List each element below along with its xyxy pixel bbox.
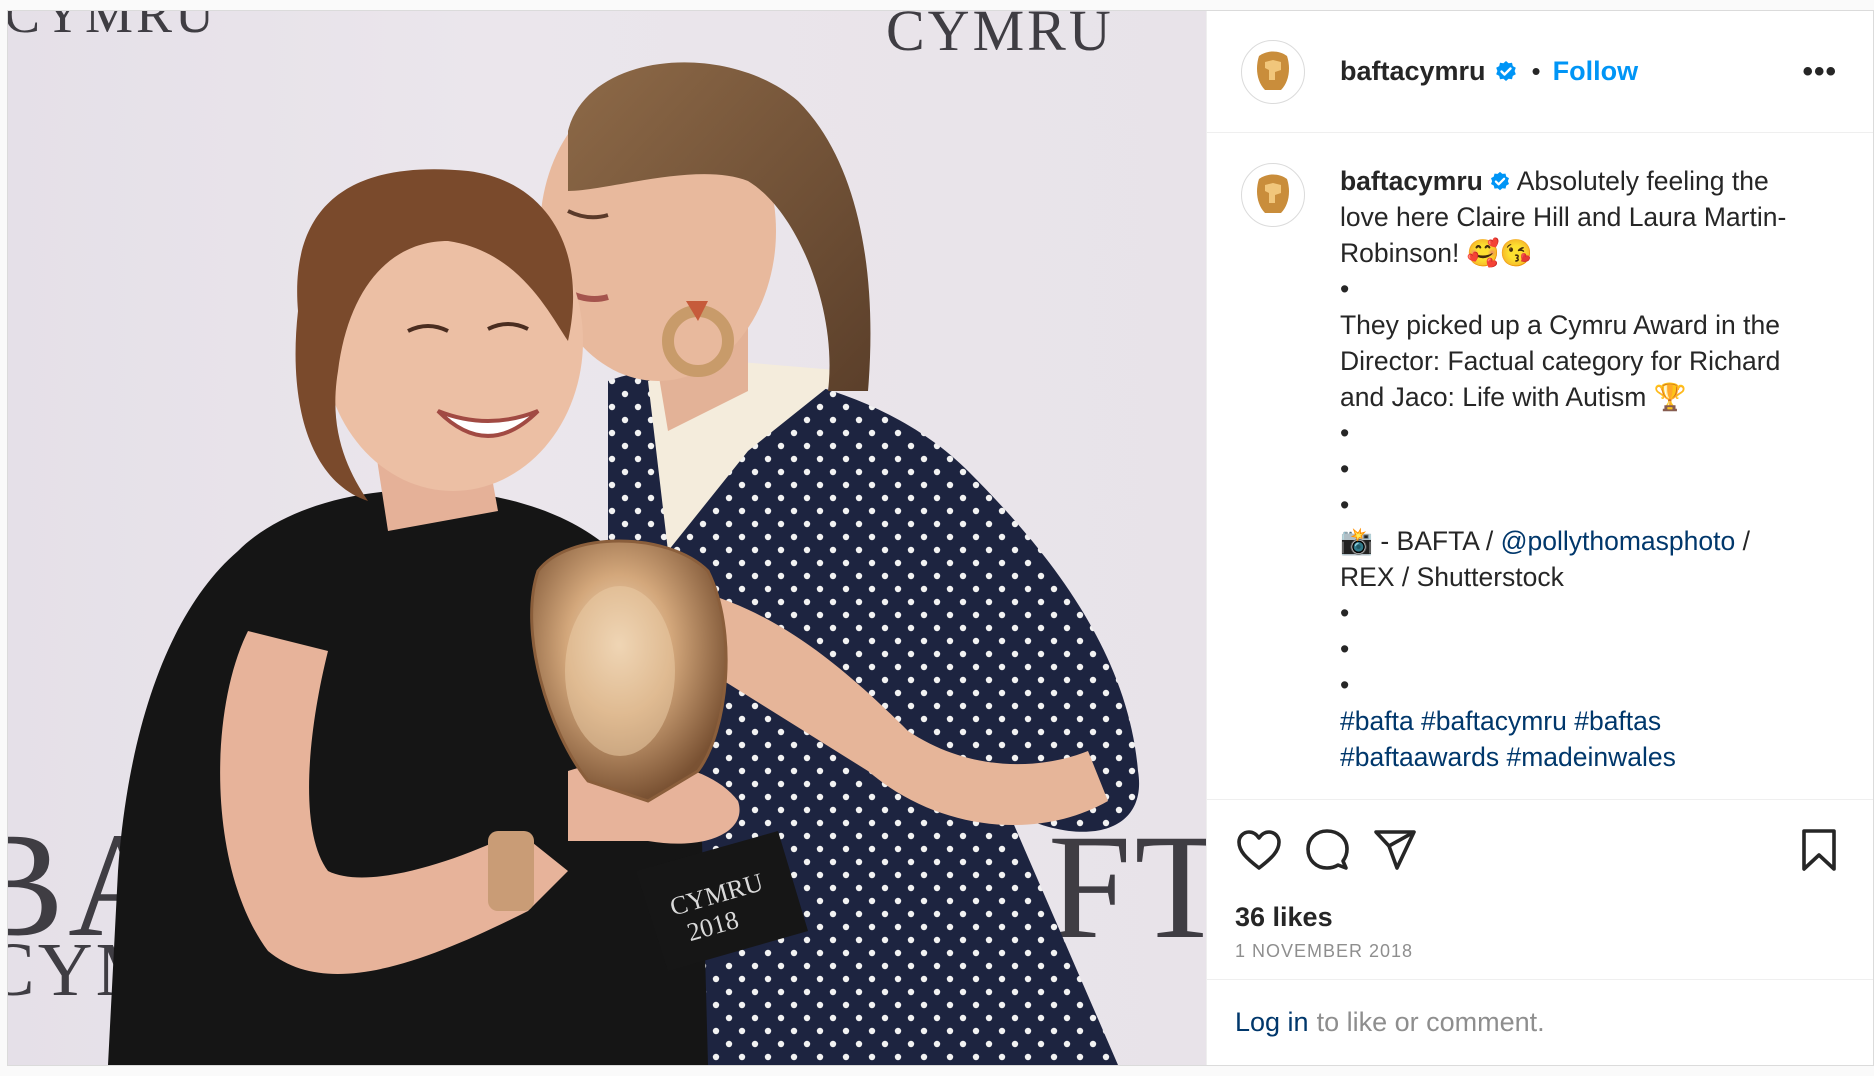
caption-avatar[interactable] (1241, 163, 1305, 227)
caption-dot: • (1340, 418, 1350, 448)
like-button[interactable] (1235, 826, 1283, 874)
comment-button[interactable] (1303, 826, 1351, 874)
caption-line-2: They picked up a Cymru Award in the Dire… (1340, 310, 1781, 412)
credit-prefix: 📸 - BAFTA / (1340, 526, 1501, 556)
post-date[interactable]: 1 NOVEMBER 2018 (1207, 935, 1873, 979)
login-prompt: Log in to like or comment. (1207, 979, 1873, 1065)
caption-dot: • (1340, 634, 1350, 664)
login-link[interactable]: Log in (1235, 1007, 1309, 1038)
photographer-mention-link[interactable]: @pollythomasphoto (1501, 526, 1736, 556)
save-button[interactable] (1795, 826, 1843, 874)
bafta-mask-icon (1257, 51, 1289, 90)
caption-dot: • (1340, 274, 1350, 304)
heart-icon (1237, 829, 1281, 870)
bafta-mask-icon (1257, 174, 1289, 213)
instagram-post: CYMRU CYMRU BA CYM FT (7, 10, 1874, 1066)
more-options-icon[interactable]: ••• (1802, 55, 1837, 89)
comment-icon (1306, 828, 1349, 870)
caption-dot: • (1340, 454, 1350, 484)
follow-button[interactable]: Follow (1553, 56, 1638, 87)
likes-count[interactable]: 36 likes (1207, 899, 1873, 935)
caption-username[interactable]: baftacymru (1340, 166, 1483, 196)
login-prompt-text: to like or comment. (1316, 1007, 1545, 1037)
caption-line-1: baftacymru Absolutely feeling the love h… (1340, 163, 1810, 271)
verified-badge-icon (1495, 60, 1516, 81)
caption-clip (1207, 785, 1873, 799)
header-separator: • (1531, 56, 1541, 86)
caption-hashtags: #bafta #baftacymru #baftas #baftaawards … (1340, 703, 1810, 775)
avatar[interactable] (1241, 39, 1305, 104)
hashtag-links[interactable]: #bafta #baftacymru #baftas #baftaawards … (1340, 706, 1676, 772)
caption-credit: 📸 - BAFTA / @pollythomasphoto / REX / Sh… (1340, 523, 1810, 595)
caption-dot: • (1340, 490, 1350, 520)
photo-illustration: CYMRU 2018 (108, 62, 1140, 1065)
share-icon (1374, 829, 1416, 870)
post-sidebar: baftacymru • Follow ••• baftacymru Absol… (1206, 11, 1873, 1065)
caption-area: baftacymru Absolutely feeling the love h… (1207, 133, 1873, 799)
caption-text: baftacymru Absolutely feeling the love h… (1340, 163, 1810, 799)
action-bar (1207, 799, 1873, 899)
bookmark-icon (1802, 828, 1836, 871)
post-header: baftacymru • Follow ••• (1207, 11, 1873, 133)
post-photo[interactable]: CYMRU CYMRU BA CYM FT (8, 11, 1206, 1065)
caption-dot: • (1340, 598, 1350, 628)
verified-badge-icon (1490, 171, 1509, 191)
caption-dot: • (1340, 670, 1350, 700)
header-username[interactable]: baftacymru (1340, 56, 1486, 87)
share-button[interactable] (1371, 826, 1419, 874)
